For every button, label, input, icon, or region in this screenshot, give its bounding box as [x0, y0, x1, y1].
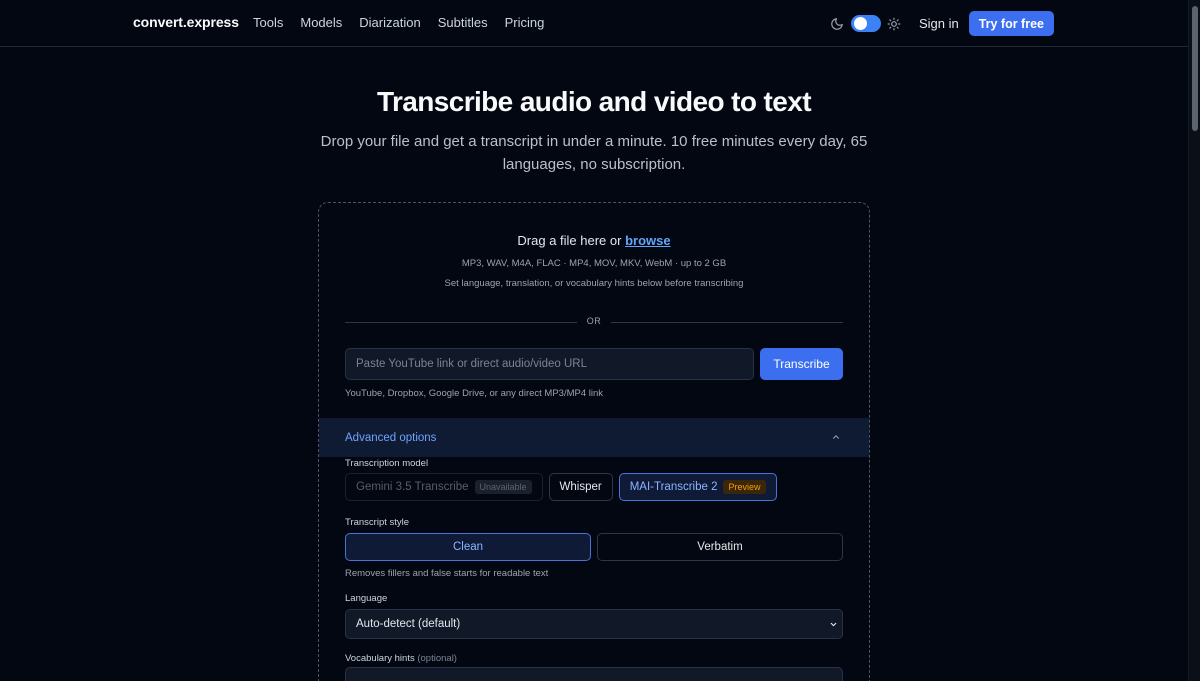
divider-line-right: [611, 322, 843, 323]
theme-toggle[interactable]: [850, 15, 881, 32]
model-name: Gemini 3.5 Transcribe: [356, 481, 469, 493]
theme-toggle-knob: [853, 17, 867, 30]
nav-link-subtitles[interactable]: Subtitles: [438, 15, 488, 30]
nav-links: Tools Models Diarization Subtitles Prici…: [253, 15, 561, 30]
nav-link-tools[interactable]: Tools: [253, 15, 283, 30]
moon-icon: [831, 17, 843, 30]
vocabulary-hints-input[interactable]: [345, 667, 843, 681]
page-scrollbar[interactable]: [1188, 0, 1200, 681]
model-name: MAI-Transcribe 2: [629, 481, 718, 493]
language-label: Language: [345, 593, 388, 604]
style-hint: Removes fillers and false starts for rea…: [345, 568, 549, 579]
vocab-label-text: Vocabulary hints: [345, 653, 415, 664]
page-title: Transcribe audio and video to text: [377, 86, 812, 117]
chevron-down-icon: [830, 622, 837, 627]
transcript-style-options: Clean Verbatim: [345, 533, 843, 561]
hero-subtitle: Drop your file and get a transcript in u…: [320, 133, 868, 173]
advanced-options-label: Advanced options: [345, 431, 437, 444]
scrollbar-thumb[interactable]: [1192, 6, 1198, 131]
sign-in-button[interactable]: Sign in: [919, 16, 959, 31]
drop-zone-text: Drag a file here or browse: [319, 233, 869, 248]
transcription-model-label: Transcription model: [345, 458, 429, 469]
drop-text: Drag a file here or: [517, 233, 626, 248]
or-label: OR: [586, 316, 602, 326]
preview-badge: Preview: [723, 480, 766, 494]
nav-link-diarization[interactable]: Diarization: [359, 15, 420, 30]
nav-link-pricing[interactable]: Pricing: [505, 15, 545, 30]
brand-logo[interactable]: convert.express: [133, 14, 239, 30]
browse-link[interactable]: browse: [625, 233, 671, 248]
transcript-style-label: Transcript style: [345, 517, 410, 528]
upload-hint: Set language, translation, or vocabulary…: [444, 278, 744, 289]
upload-card[interactable]: Drag a file here or browse MP3, WAV, M4A…: [318, 202, 870, 681]
model-name: Whisper: [559, 481, 602, 493]
transcribe-button[interactable]: Transcribe: [760, 348, 843, 380]
url-hint: YouTube, Dropbox, Google Drive, or any d…: [345, 388, 604, 399]
nav-right: Sign in Try for free: [830, 11, 1054, 36]
try-for-free-button[interactable]: Try for free: [968, 11, 1054, 36]
chevron-up-icon: [832, 435, 840, 439]
sun-icon: [887, 17, 901, 30]
unavailable-badge: Unavailable: [474, 480, 532, 494]
vocab-optional-text: (optional): [417, 653, 457, 664]
supported-formats: MP3, WAV, M4A, FLAC · MP4, MOV, MKV, Web…: [461, 258, 727, 269]
style-verbatim-button[interactable]: Verbatim: [597, 533, 843, 561]
vocabulary-hints-label: Vocabulary hints (optional): [345, 653, 457, 664]
model-mai-transcribe-button[interactable]: MAI-Transcribe 2 Preview: [618, 473, 777, 501]
url-input[interactable]: [345, 348, 754, 380]
or-divider: OR: [345, 316, 843, 330]
model-gemini-button: Gemini 3.5 Transcribe Unavailable: [345, 473, 543, 501]
nav-link-models[interactable]: Models: [300, 15, 342, 30]
model-whisper-button[interactable]: Whisper: [548, 473, 613, 501]
language-value: Auto-detect (default): [356, 618, 461, 630]
page: convert.express Tools Models Diarization…: [0, 0, 1200, 681]
model-options: Gemini 3.5 Transcribe Unavailable Whispe…: [345, 473, 783, 503]
advanced-options-header[interactable]: Advanced options: [319, 418, 869, 457]
style-clean-button[interactable]: Clean: [345, 533, 591, 561]
language-select[interactable]: Auto-detect (default): [345, 609, 843, 639]
top-nav: convert.express Tools Models Diarization…: [0, 0, 1188, 47]
